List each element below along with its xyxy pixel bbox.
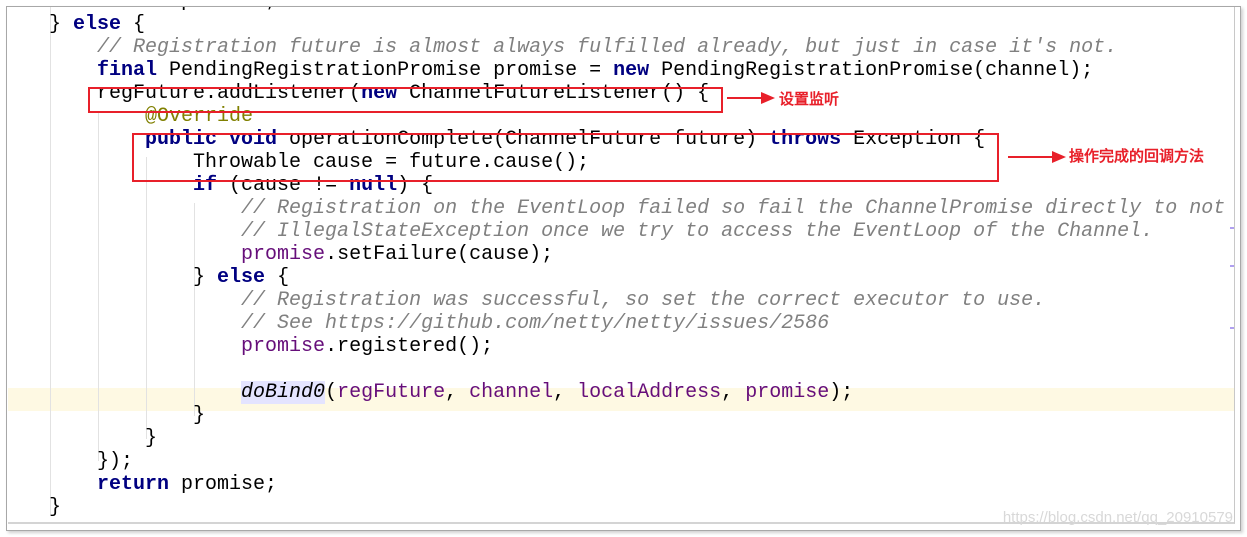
code-text[interactable]: return promise; } else { // Registration… (8, 7, 1235, 519)
arrow-icon (1008, 151, 1066, 163)
code-token: else (217, 266, 266, 289)
watermark: https://blog.csdn.net/qq_20910579 (1002, 509, 1233, 526)
code-token: new (613, 59, 662, 82)
code-token: ( (325, 381, 338, 404)
code-line: // Registration was successful, so set t… (8, 289, 1234, 312)
code-token: } (8, 427, 158, 450)
code-token: PendingRegistrationPromise(channel); (661, 59, 1094, 82)
code-token: // Registration was successful, so set t… (8, 289, 1046, 312)
code-token: localAddress (577, 381, 722, 404)
code-line: // Registration on the EventLoop failed … (8, 197, 1235, 220)
code-line: }); (8, 450, 1234, 473)
code-token: regFuture (337, 381, 446, 404)
code-line: doBind0(regFuture, channel, localAddress… (8, 381, 1234, 404)
code-token: .registered(); (325, 335, 494, 358)
code-line: } else { (8, 266, 1234, 289)
code-editor: return promise; } else { // Registration… (8, 7, 1235, 524)
code-token: , (445, 381, 470, 404)
code-token: .setFailure(cause); (325, 243, 554, 266)
callback-note: 操作完成的回调方法 (1069, 147, 1205, 165)
code-token: , (553, 381, 578, 404)
code-token: return (8, 473, 182, 496)
code-token: } (49, 496, 62, 519)
code-token: // Registration on the EventLoop failed … (8, 197, 1235, 220)
callback-highlight-box (132, 133, 999, 182)
code-token: final (8, 59, 170, 82)
code-line: promise.registered(); (8, 335, 1234, 358)
code-token: // See https://github.com/netty/netty/is… (8, 312, 830, 335)
screenshot-frame: return promise; } else { // Registration… (6, 6, 1241, 531)
code-line: final PendingRegistrationPromise promise… (8, 59, 1234, 82)
code-line: return promise; (8, 473, 1234, 496)
arrow-icon (727, 92, 775, 104)
code-line: // IllegalStateException once we try to … (8, 220, 1234, 243)
gutter-marker (1230, 327, 1234, 329)
code-token: promise (745, 381, 830, 404)
code-token: doBind0 (241, 381, 326, 404)
code-token: { (265, 266, 290, 289)
code-line: // See https://github.com/netty/netty/is… (8, 312, 1234, 335)
code-token: PendingRegistrationPromise promise = (169, 59, 614, 82)
code-token: promise (8, 335, 326, 358)
code-token: // Registration future is almost always … (8, 36, 1118, 59)
code-token: { (121, 13, 146, 36)
code-token: , (721, 381, 746, 404)
code-token: ); (829, 381, 854, 404)
listener-note: 设置监听 (779, 90, 840, 108)
code-token: // IllegalStateException once we try to … (8, 220, 1154, 243)
code-token: } (8, 266, 218, 289)
code-token: channel (469, 381, 554, 404)
code-token: }); (8, 450, 134, 473)
code-line: } (8, 427, 1234, 450)
code-token: } (8, 404, 206, 427)
code-line: promise.setFailure(cause); (8, 243, 1234, 266)
code-line: } (8, 404, 1234, 427)
code-token: promise (8, 243, 326, 266)
gutter-marker (1230, 227, 1234, 229)
listener-highlight-box (88, 87, 723, 113)
code-line: } else { (8, 13, 1234, 36)
code-token: promise; (181, 473, 278, 496)
code-line: // Registration future is almost always … (8, 36, 1234, 59)
code-token: else (73, 13, 122, 36)
code-token: } (8, 13, 74, 36)
gutter-marker (1230, 265, 1234, 267)
